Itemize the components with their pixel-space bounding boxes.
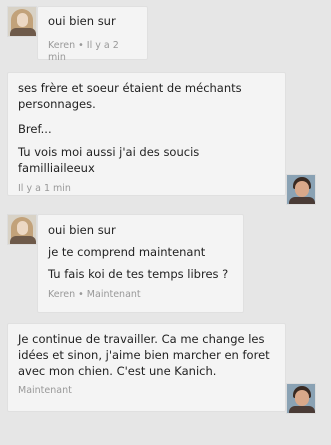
message-text: Bref... — [18, 122, 52, 136]
message-meta: Keren • Il y a 2 min — [48, 40, 119, 63]
message-meta: Keren • Maintenant — [48, 289, 141, 300]
user-avatar-icon[interactable] — [286, 383, 316, 414]
user-avatar-icon[interactable] — [286, 174, 316, 205]
message-bubble-keren: oui bien sur je te comprend maintenant T… — [37, 214, 244, 313]
message-bubble-me: Je continue de travailler. Ca me change … — [7, 323, 286, 412]
message-text: oui bien sur — [48, 223, 116, 237]
keren-avatar-icon[interactable] — [7, 214, 37, 245]
message-text: ses frère et soeur étaient de méchants p… — [18, 81, 242, 111]
message-meta: Il y a 1 min — [18, 183, 71, 194]
keren-avatar-icon[interactable] — [7, 6, 37, 37]
message-text: Tu vois moi aussi j'ai des soucis famill… — [18, 145, 200, 175]
message-text: Tu fais koi de tes temps libres ? — [48, 267, 229, 281]
message-text: Je continue de travailler. Ca me change … — [18, 332, 270, 378]
message-text: oui bien sur — [48, 14, 116, 28]
message-bubble-keren: oui bien sur Keren • Il y a 2 min — [37, 6, 148, 63]
message-bubble-me: ses frère et soeur étaient de méchants p… — [7, 72, 286, 196]
chat-thread: oui bien sur Keren • Il y a 2 min ses fr… — [0, 0, 331, 445]
message-text: je te comprend maintenant — [48, 245, 206, 259]
message-meta: Maintenant — [18, 385, 72, 396]
